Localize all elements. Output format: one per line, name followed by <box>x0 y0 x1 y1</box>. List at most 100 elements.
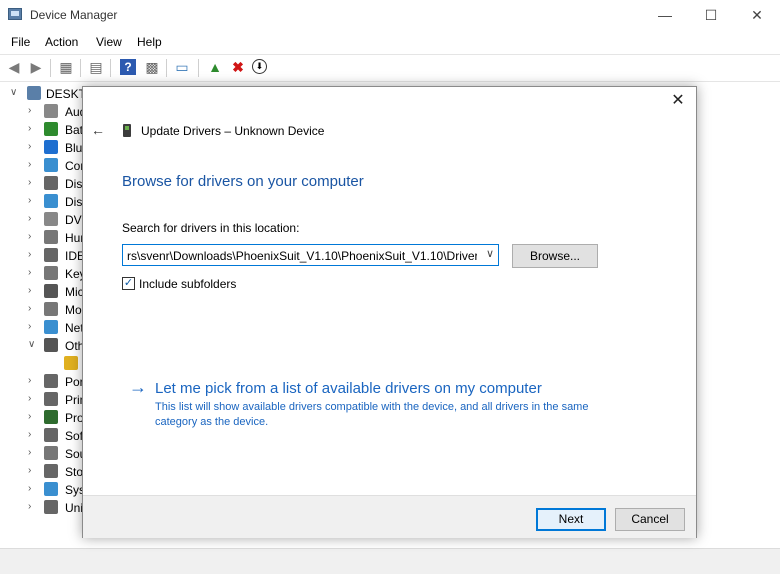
tree-item-label: Uni <box>65 501 84 515</box>
browse-button[interactable]: Browse... <box>512 244 598 268</box>
chevron-right-icon[interactable]: › <box>28 465 31 476</box>
chevron-down-icon[interactable]: ∨ <box>10 87 17 98</box>
device-category-icon <box>44 464 58 478</box>
tree-item[interactable]: ›Prin <box>0 391 84 409</box>
search-location-label: Search for drivers in this location: <box>122 221 300 235</box>
device-tree: ∨ DESKTO ›Aud›Bat›Blu›Cor›Disk›Disp›DVD›… <box>0 83 84 523</box>
chevron-right-icon[interactable]: › <box>28 393 31 404</box>
tree-item[interactable]: ∨ Oth <box>0 337 84 355</box>
driver-path-value[interactable]: rs\svenr\Downloads\PhoenixSuit_V1.10\Pho… <box>127 249 477 263</box>
chevron-right-icon[interactable]: › <box>28 303 31 314</box>
include-subfolders-label[interactable]: Include subfolders <box>139 277 236 291</box>
minimize-button[interactable]: — <box>642 0 688 30</box>
device-category-icon <box>44 158 58 172</box>
status-bar <box>0 548 780 574</box>
chevron-right-icon[interactable]: › <box>28 411 31 422</box>
update-driver-icon[interactable]: ▲ <box>207 59 223 75</box>
device-category-icon <box>44 428 58 442</box>
tree-item[interactable]: › Sof <box>0 427 84 445</box>
tree-item[interactable]: › Pro <box>0 409 84 427</box>
tree-item[interactable]: › Uni <box>0 499 84 517</box>
device-category-icon <box>44 410 58 424</box>
tree-item-label: Mic <box>65 285 84 299</box>
chevron-right-icon[interactable]: › <box>28 447 31 458</box>
forward-arrow-icon[interactable]: ▶ <box>28 59 44 75</box>
chevron-right-icon[interactable]: › <box>28 195 31 206</box>
chevron-right-icon[interactable]: › <box>28 429 31 440</box>
device-category-icon <box>44 446 58 460</box>
tree-item[interactable]: ›Aud <box>0 103 84 121</box>
chevron-right-icon[interactable]: › <box>28 177 31 188</box>
chevron-right-icon[interactable]: › <box>28 213 31 224</box>
chevron-right-icon[interactable]: › <box>28 267 31 278</box>
chevron-right-icon[interactable]: › <box>28 159 31 170</box>
chevron-down-icon[interactable]: ∨ <box>486 247 494 260</box>
uninstall-icon[interactable]: ✖ <box>230 59 246 75</box>
tree-item[interactable]: › Sto <box>0 463 84 481</box>
help-icon[interactable]: ? <box>120 59 136 75</box>
tree-item[interactable]: › Blu <box>0 139 84 157</box>
back-arrow-icon[interactable]: ◀ <box>6 59 22 75</box>
tree-item[interactable]: › IDE <box>0 247 84 265</box>
device-category-icon <box>44 212 58 226</box>
cancel-button[interactable]: Cancel <box>615 508 685 531</box>
chevron-right-icon[interactable]: › <box>28 249 31 260</box>
chevron-right-icon[interactable]: › <box>28 501 31 512</box>
include-subfolders-checkbox[interactable]: ✓ <box>122 277 135 290</box>
tree-item[interactable]: › Hur <box>0 229 84 247</box>
chevron-right-icon[interactable]: › <box>28 483 31 494</box>
chevron-right-icon[interactable]: › <box>28 105 31 116</box>
tree-item[interactable]: ›DVD <box>0 211 84 229</box>
tree-item[interactable]: › Net <box>0 319 84 337</box>
dialog-close-button[interactable]: ✕ <box>668 91 688 111</box>
device-category-icon <box>44 338 58 352</box>
chevron-down-icon[interactable]: ∨ <box>28 339 35 350</box>
tree-item[interactable]: › Mo <box>0 301 84 319</box>
device-category-icon <box>44 266 58 280</box>
device-category-icon <box>44 302 58 316</box>
title-bar: Device Manager — ☐ ✕ <box>0 0 780 30</box>
menu-file[interactable]: File <box>11 35 30 49</box>
tree-item[interactable]: › Sys <box>0 481 84 499</box>
pick-from-list-link[interactable]: Let me pick from a list of available dri… <box>155 380 542 397</box>
chevron-right-icon[interactable]: › <box>28 285 31 296</box>
chevron-right-icon[interactable]: › <box>28 375 31 386</box>
driver-path-combobox[interactable]: rs\svenr\Downloads\PhoenixSuit_V1.10\Pho… <box>122 244 499 266</box>
device-category-icon <box>44 104 58 118</box>
chevron-right-icon[interactable]: › <box>28 141 31 152</box>
device-category-icon <box>44 320 58 334</box>
window-title: Device Manager <box>30 8 118 22</box>
back-button[interactable]: ← <box>91 122 105 138</box>
tree-item[interactable]: › Key <box>0 265 84 283</box>
scan-download-icon[interactable]: ⬇ <box>252 59 267 74</box>
menu-help[interactable]: Help <box>137 35 162 49</box>
tree-item[interactable]: › Bat <box>0 121 84 139</box>
show-hidden-icon[interactable]: ▤ <box>88 59 104 75</box>
tree-item[interactable]: › Cor <box>0 157 84 175</box>
properties-grid-icon[interactable]: ▦ <box>58 59 74 75</box>
close-window-button[interactable]: ✕ <box>734 0 780 30</box>
tree-root[interactable]: ∨ DESKTO <box>0 85 84 103</box>
tree-item[interactable]: ›Disk <box>0 175 84 193</box>
device-category-icon <box>44 140 58 154</box>
tree-item[interactable]: › Mic <box>0 283 84 301</box>
tree-item[interactable] <box>0 355 84 373</box>
next-button[interactable]: Next <box>536 508 606 531</box>
tree-item[interactable]: › Por <box>0 373 84 391</box>
tree-item-label: Sof <box>65 429 84 443</box>
tree-item[interactable]: ›Disp <box>0 193 84 211</box>
monitor-icon[interactable]: ▭ <box>174 59 190 75</box>
arrow-right-icon[interactable]: → <box>129 377 147 398</box>
toolbar: ◀ ▶ ▦ ▤ ? ▩ ▭ ▲ ✖ ⬇ <box>0 54 780 82</box>
chevron-right-icon[interactable]: › <box>28 123 31 134</box>
menu-view[interactable]: View <box>96 35 122 49</box>
menu-action[interactable]: Action <box>45 35 78 49</box>
tree-item-label: Sto <box>65 465 84 479</box>
maximize-button[interactable]: ☐ <box>688 0 734 30</box>
tree-item[interactable]: ›Sou <box>0 445 84 463</box>
view-icon[interactable]: ▩ <box>144 59 160 75</box>
chevron-right-icon[interactable]: › <box>28 231 31 242</box>
tree-item-label: Bat <box>65 123 84 137</box>
page-heading: Browse for drivers on your computer <box>122 173 364 190</box>
chevron-right-icon[interactable]: › <box>28 321 31 332</box>
